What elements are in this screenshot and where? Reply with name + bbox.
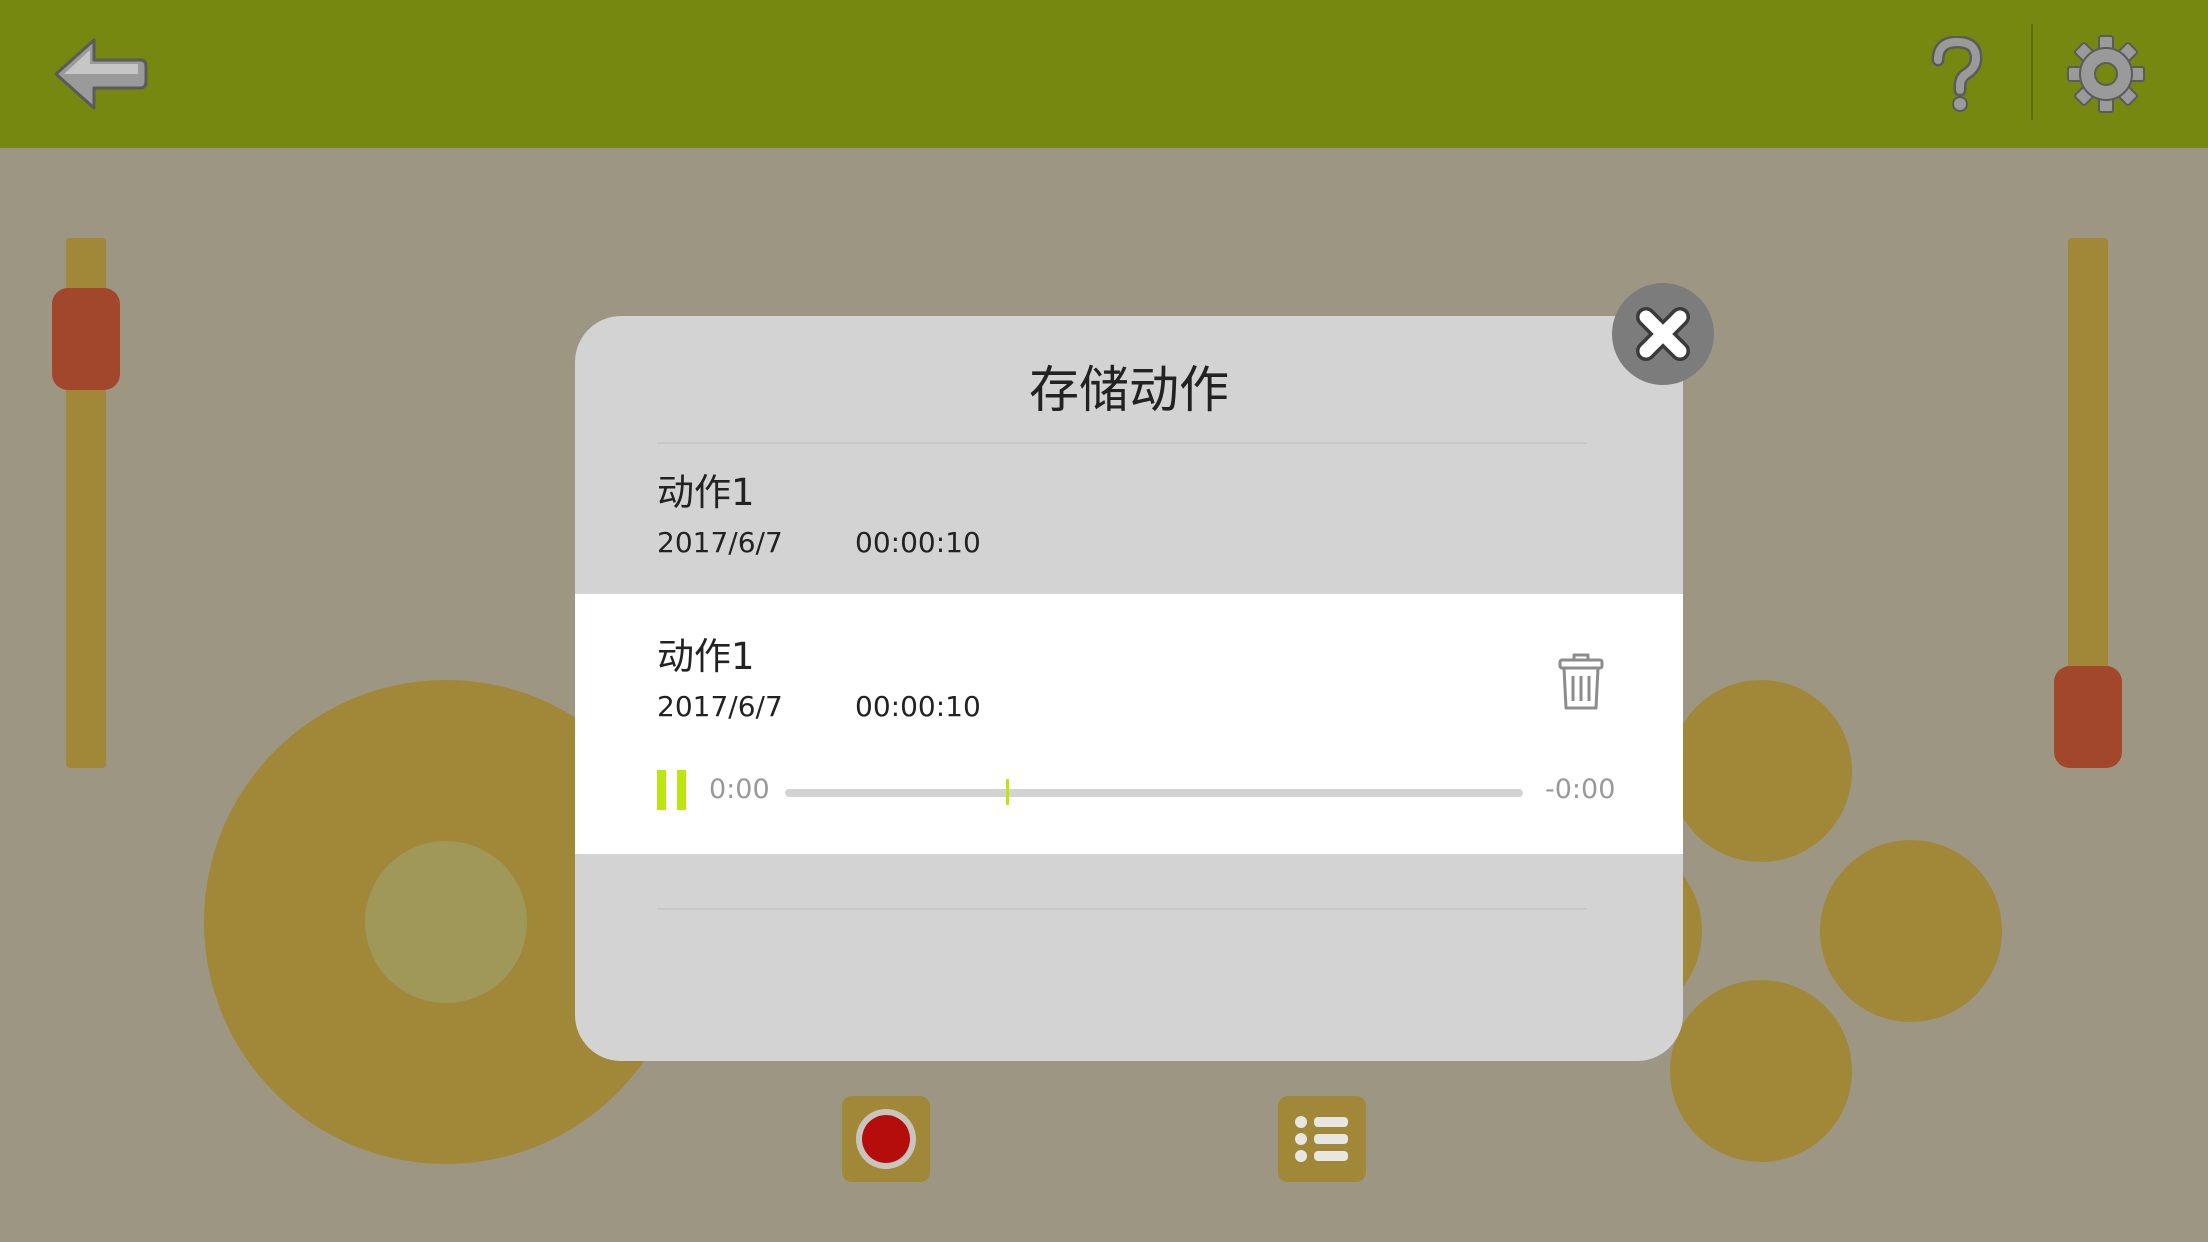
right-slider-thumb[interactable] <box>2054 666 2122 768</box>
header-divider <box>2031 24 2033 120</box>
playback-progress-bar[interactable] <box>785 779 1523 805</box>
record-dot <box>862 1115 910 1163</box>
list-item[interactable]: 动作1 2017/6/7 00:00:10 <box>575 444 1683 592</box>
remaining-time: -0:00 <box>1545 774 1616 805</box>
action-button-top[interactable] <box>1670 680 1852 862</box>
action-date: 2017/6/7 <box>657 690 783 723</box>
close-dialog-button[interactable] <box>1612 283 1714 385</box>
pause-icon <box>657 770 666 810</box>
list-button[interactable] <box>1278 1096 1366 1182</box>
divider <box>657 908 1587 910</box>
back-button[interactable] <box>52 36 148 112</box>
action-duration: 00:00:10 <box>855 690 981 723</box>
back-arrow-icon <box>54 38 148 110</box>
dialog-title: 存储动作 <box>1029 361 1229 419</box>
saved-actions-dialog: 存储动作 动作1 2017/6/7 00:00:10 动作1 2017/6/7 … <box>575 316 1683 1061</box>
list-item-selected[interactable]: 动作1 2017/6/7 00:00:10 0:00 -0:00 <box>575 594 1683 854</box>
left-slider-thumb[interactable] <box>52 288 120 390</box>
top-bar <box>0 0 2208 148</box>
help-button[interactable] <box>1924 35 1990 112</box>
trash-icon <box>1558 653 1604 710</box>
gear-icon <box>2067 35 2145 113</box>
settings-button[interactable] <box>2066 34 2146 114</box>
action-button-right[interactable] <box>1820 840 2002 1022</box>
action-name: 动作1 <box>657 471 755 514</box>
action-date: 2017/6/7 <box>657 526 783 559</box>
playback-scrubber[interactable] <box>1006 779 1010 805</box>
action-name: 动作1 <box>657 635 755 678</box>
pause-button[interactable] <box>657 770 687 810</box>
record-icon <box>856 1109 916 1169</box>
close-icon <box>1636 307 1690 361</box>
joystick-knob[interactable] <box>365 841 527 1003</box>
action-duration: 00:00:10 <box>855 526 981 559</box>
delete-button[interactable] <box>1557 652 1605 712</box>
list-icon <box>1295 1116 1348 1162</box>
action-button-bottom[interactable] <box>1670 980 1852 1162</box>
elapsed-time: 0:00 <box>709 774 770 805</box>
help-icon <box>1931 35 1983 112</box>
record-button[interactable] <box>842 1096 930 1182</box>
